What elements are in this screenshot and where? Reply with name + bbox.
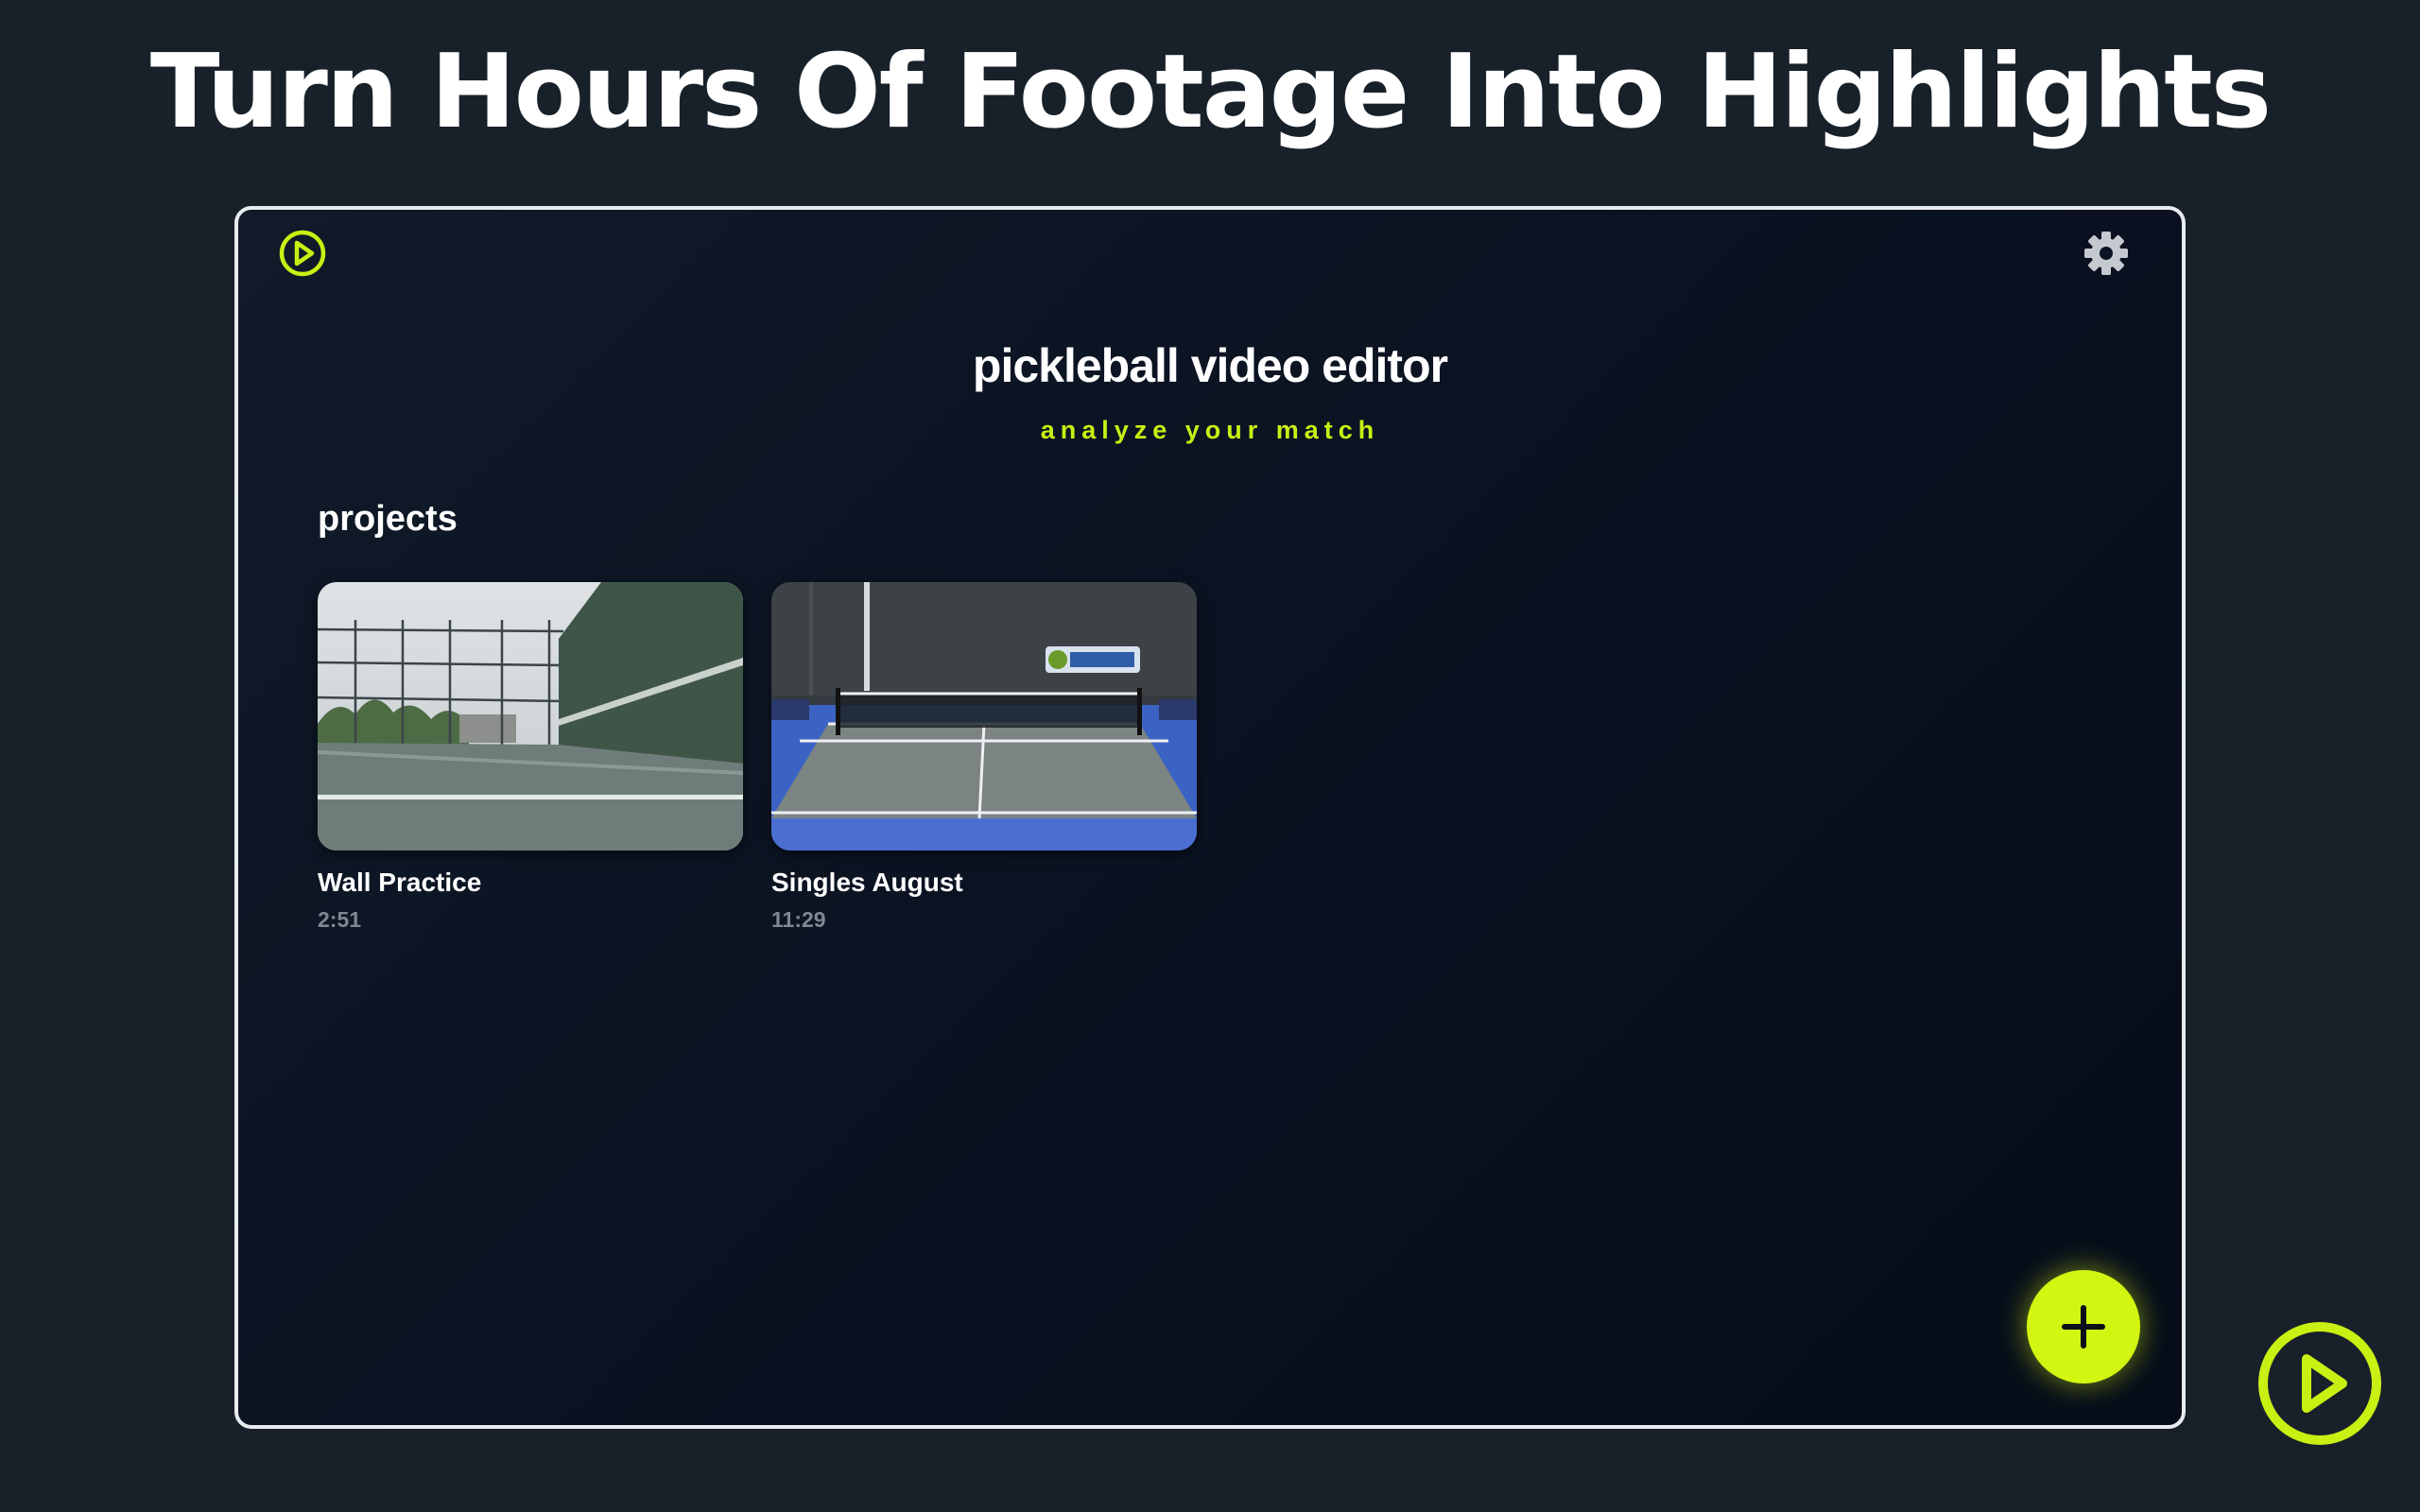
- project-card-singles-august[interactable]: Singles August 11:29: [771, 582, 1197, 933]
- project-duration: 2:51: [318, 907, 362, 932]
- play-circle-icon[interactable]: [2256, 1319, 2384, 1448]
- promo-headline: Turn Hours Of Footage Into Highlights: [149, 33, 2272, 151]
- app-subtitle: analyze your match: [1040, 416, 1380, 444]
- project-name: Wall Practice: [318, 868, 482, 897]
- project-name: Singles August: [771, 868, 963, 897]
- plus-icon: [2062, 1305, 2105, 1349]
- projects-heading: projects: [318, 499, 458, 539]
- gear-icon[interactable]: [2082, 229, 2131, 278]
- app-window: pickleball video editor analyze your mat…: [234, 206, 2186, 1429]
- project-thumbnail[interactable]: [771, 582, 1197, 850]
- play-circle-icon[interactable]: [278, 229, 327, 278]
- add-project-button[interactable]: [2027, 1270, 2140, 1383]
- project-card-wall-practice[interactable]: Wall Practice 2:51: [318, 582, 743, 933]
- project-thumbnail[interactable]: [318, 582, 743, 850]
- app-title: pickleball video editor: [972, 339, 1448, 392]
- project-duration: 11:29: [771, 907, 826, 932]
